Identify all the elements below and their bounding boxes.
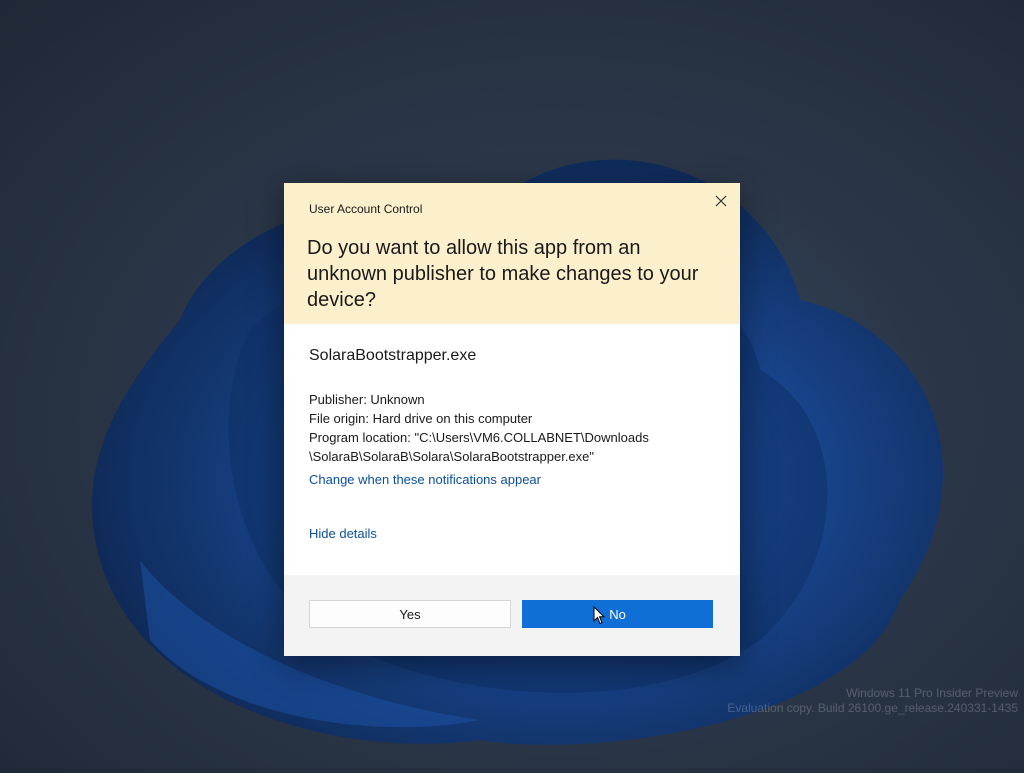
hide-details-link[interactable]: Hide details (309, 526, 377, 541)
dialog-question: Do you want to allow this app from an un… (307, 237, 699, 311)
change-notifications-link[interactable]: Change when these notifications appear (309, 472, 541, 487)
evaluation-watermark: Windows 11 Pro Insider Preview Evaluatio… (727, 686, 1018, 716)
publisher-text: Publisher: Unknown (309, 392, 425, 407)
close-icon (715, 195, 727, 207)
file-origin-text: File origin: Hard drive on this computer (309, 411, 533, 426)
program-location-text: Program location: "C:\Users\VM6.COLLABNE… (309, 430, 649, 445)
program-location-path: \SolaraB\SolaraB\Solara\SolaraBootstrapp… (309, 449, 595, 464)
watermark-line1: Windows 11 Pro Insider Preview (846, 686, 1018, 700)
dialog-header: User Account Control Do you want to allo… (284, 183, 740, 324)
dialog-footer: Yes No (284, 575, 740, 656)
uac-dialog: User Account Control Do you want to allo… (284, 183, 740, 656)
yes-button[interactable]: Yes (309, 600, 511, 628)
close-button[interactable] (710, 190, 732, 212)
watermark-line2: Evaluation copy. Build 26100.ge_release.… (727, 701, 1018, 715)
app-name: SolaraBootstrapper.exe (309, 347, 477, 364)
dialog-title: User Account Control (309, 202, 423, 216)
details-section: Publisher: Unknown File origin: Hard dri… (309, 390, 729, 466)
no-button[interactable]: No (522, 600, 713, 628)
mouse-pointer-icon (593, 605, 606, 630)
